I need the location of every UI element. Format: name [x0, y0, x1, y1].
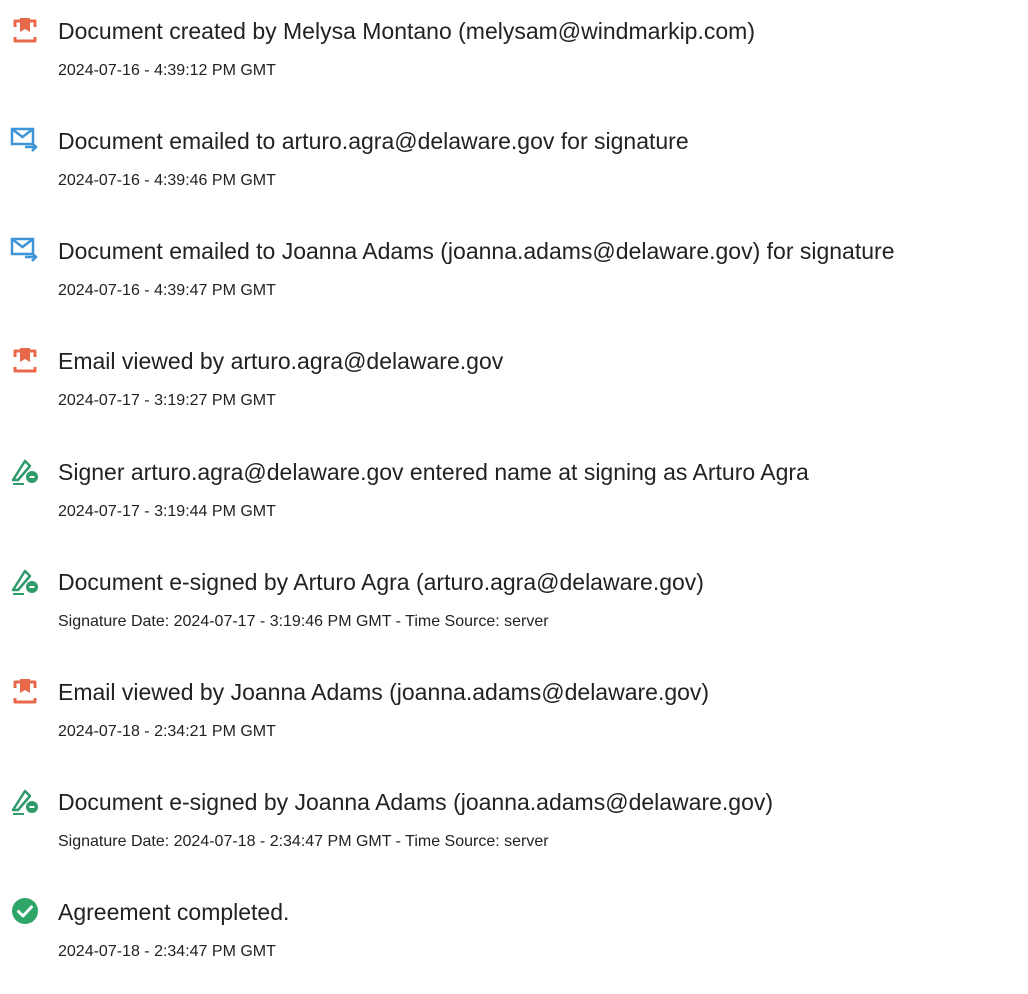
audit-event: Email viewed by Joanna Adams (joanna.ada…: [0, 676, 1028, 756]
audit-event: Document emailed to arturo.agra@delaware…: [0, 125, 1028, 205]
email-sent-icon: [10, 125, 40, 155]
event-timestamp: 2024-07-18 - 2:34:47 PM GMT: [58, 943, 276, 960]
check-circle-icon: [10, 896, 40, 926]
event-timestamp: 2024-07-18 - 2:34:21 PM GMT: [58, 723, 276, 740]
event-signature-date: Signature Date: 2024-07-17 - 3:19:46 PM …: [58, 613, 549, 630]
event-title: Document emailed to Joanna Adams (joanna…: [58, 238, 895, 264]
audit-event: Signer arturo.agra@delaware.gov entered …: [0, 456, 1028, 536]
email-sent-icon: [10, 235, 40, 265]
event-title: Document e-signed by Joanna Adams (joann…: [58, 789, 774, 815]
event-title: Agreement completed.: [58, 899, 290, 925]
event-timestamp: 2024-07-16 - 4:39:47 PM GMT: [58, 282, 276, 299]
event-signature-date: Signature Date: 2024-07-18 - 2:34:47 PM …: [58, 833, 549, 850]
e-sign-pen-icon: [10, 786, 40, 816]
document-icon: [10, 676, 40, 706]
event-title: Signer arturo.agra@delaware.gov entered …: [58, 459, 809, 485]
e-sign-pen-icon: [10, 456, 40, 486]
audit-event: Email viewed by arturo.agra@delaware.gov…: [0, 345, 1028, 425]
event-title: Document created by Melysa Montano (mely…: [58, 18, 755, 44]
event-timestamp: 2024-07-16 - 4:39:12 PM GMT: [58, 62, 276, 79]
audit-event: Document e-signed by Arturo Agra (arturo…: [0, 566, 1028, 646]
audit-event: Document emailed to Joanna Adams (joanna…: [0, 235, 1028, 315]
event-title: Document e-signed by Arturo Agra (arturo…: [58, 569, 704, 595]
event-timestamp: 2024-07-17 - 3:19:44 PM GMT: [58, 503, 276, 520]
e-sign-pen-icon: [10, 566, 40, 596]
event-timestamp: 2024-07-16 - 4:39:46 PM GMT: [58, 172, 276, 189]
event-timestamp: 2024-07-17 - 3:19:27 PM GMT: [58, 392, 276, 409]
audit-event: Document created by Melysa Montano (mely…: [0, 15, 1028, 95]
event-title: Email viewed by arturo.agra@delaware.gov: [58, 348, 504, 374]
audit-event: Agreement completed. 2024-07-18 - 2:34:4…: [0, 896, 1028, 976]
audit-event: Document e-signed by Joanna Adams (joann…: [0, 786, 1028, 866]
audit-event-list: Document created by Melysa Montano (mely…: [0, 0, 1028, 994]
document-icon: [10, 15, 40, 45]
document-icon: [10, 345, 40, 375]
event-title: Email viewed by Joanna Adams (joanna.ada…: [58, 679, 710, 705]
event-title: Document emailed to arturo.agra@delaware…: [58, 128, 689, 154]
